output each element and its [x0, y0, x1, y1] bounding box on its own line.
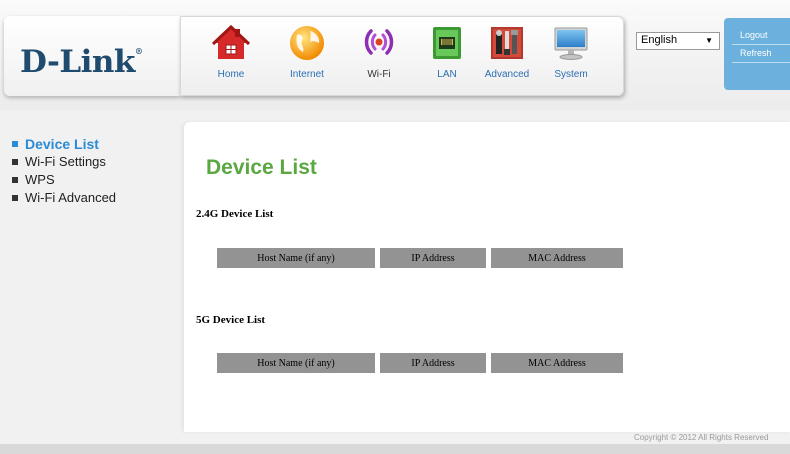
bullet-icon — [12, 176, 18, 183]
dropdown-arrow-icon: ▼ — [705, 36, 713, 45]
nav-label: Advanced — [484, 69, 530, 80]
bullet-icon — [12, 158, 18, 165]
section-title-5g: 5G Device List — [196, 314, 266, 326]
copyright-text: Copyright © 2012 All Rights Reserved — [634, 433, 769, 442]
computer-icon — [554, 27, 588, 60]
globe-icon — [290, 26, 324, 60]
nav-item-system[interactable]: System — [541, 23, 601, 93]
footer-bar — [0, 444, 790, 454]
column-host-name: Host Name (if any) — [217, 353, 375, 373]
sidebar-item-device-list[interactable]: Device List — [12, 135, 116, 153]
bullet-icon — [12, 141, 18, 148]
top-nav: Home Internet Wi-Fi LAN Advanced System — [180, 16, 624, 96]
nav-label: System — [554, 69, 588, 80]
dlink-logo: D-Link® — [20, 44, 143, 80]
column-host-name: Host Name (if any) — [217, 248, 375, 268]
sidebar-item-wps[interactable]: WPS — [12, 171, 116, 189]
nav-item-lan[interactable]: LAN — [417, 23, 477, 93]
nav-item-internet[interactable]: Internet — [277, 23, 337, 93]
nav-item-advanced[interactable]: Advanced — [477, 23, 537, 93]
refresh-link[interactable]: Refresh — [740, 48, 772, 58]
tools-icon — [491, 27, 523, 59]
column-ip-address: IP Address — [380, 353, 486, 373]
column-mac-address: MAC Address — [491, 248, 623, 268]
wifi-icon — [364, 29, 394, 55]
sidebar: Device List Wi-Fi Settings WPS Wi-Fi Adv… — [12, 135, 116, 207]
nav-item-wifi[interactable]: Wi-Fi — [349, 23, 409, 93]
column-mac-address: MAC Address — [491, 353, 623, 373]
nav-label: LAN — [437, 69, 457, 80]
device-table-2g: Host Name (if any) IP Address MAC Addres… — [212, 248, 628, 268]
device-table-5g: Host Name (if any) IP Address MAC Addres… — [212, 353, 628, 373]
session-panel: Logout Refresh — [724, 18, 790, 90]
divider — [732, 62, 790, 63]
sidebar-item-wifi-settings[interactable]: Wi-Fi Settings — [12, 153, 116, 171]
logout-link[interactable]: Logout — [740, 30, 768, 40]
language-select[interactable]: English ▼ — [636, 32, 720, 50]
nav-label: Internet — [290, 69, 324, 80]
home-icon — [211, 24, 251, 59]
lan-port-icon — [433, 27, 461, 59]
column-ip-address: IP Address — [380, 248, 486, 268]
sidebar-item-wifi-advanced[interactable]: Wi-Fi Advanced — [12, 189, 116, 207]
bullet-icon — [12, 194, 18, 201]
language-value: English — [641, 34, 678, 46]
nav-item-home[interactable]: Home — [201, 23, 261, 93]
main-content: Device List 2.4G Device List Host Name (… — [184, 122, 790, 432]
logo-panel: D-Link® — [4, 16, 180, 96]
divider — [732, 44, 790, 45]
page-title: Device List — [206, 156, 317, 179]
nav-label: Home — [217, 69, 245, 80]
nav-label: Wi-Fi — [367, 69, 391, 80]
section-title-2g: 2.4G Device List — [196, 208, 274, 220]
